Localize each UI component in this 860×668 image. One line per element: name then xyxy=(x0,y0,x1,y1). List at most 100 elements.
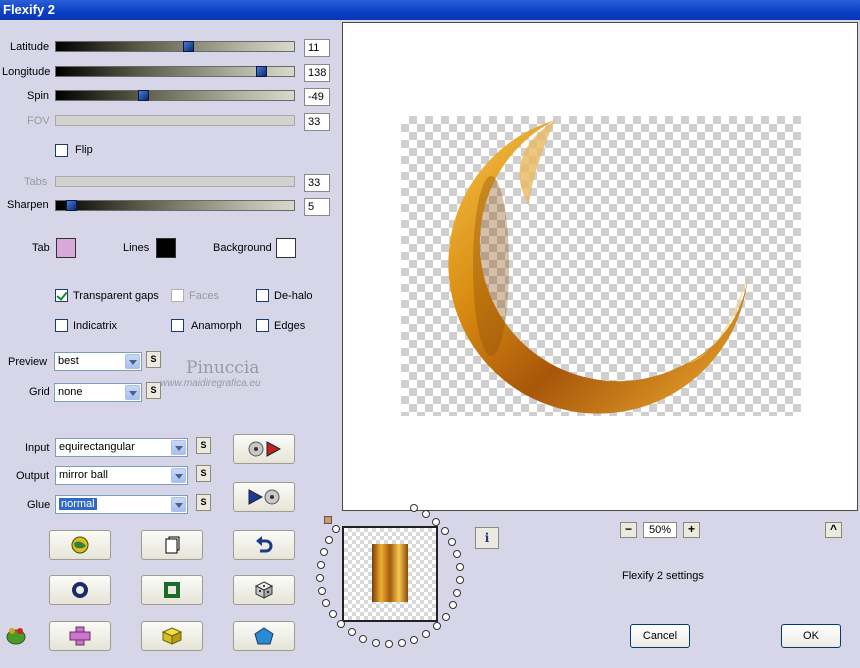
disc-play-button[interactable] xyxy=(233,434,295,464)
preview-select[interactable]: best xyxy=(54,352,142,371)
spin-slider[interactable] xyxy=(55,90,295,101)
output-label: Output xyxy=(16,470,50,482)
chevron-down-icon[interactable] xyxy=(171,468,186,483)
chevron-down-icon[interactable] xyxy=(171,497,186,512)
input-select-value: equirectangular xyxy=(59,441,135,453)
lines-color-swatch[interactable] xyxy=(156,238,176,258)
dial-dot[interactable] xyxy=(448,538,457,547)
tab-color-swatch[interactable] xyxy=(56,238,76,258)
ok-button[interactable]: OK xyxy=(781,624,841,648)
dial-dot[interactable] xyxy=(347,628,356,637)
cross-button[interactable] xyxy=(49,621,111,651)
dial-dot[interactable] xyxy=(453,589,462,598)
disc-play-icon xyxy=(248,441,281,457)
dial-dot[interactable] xyxy=(441,527,450,536)
longitude-field[interactable]: 138 xyxy=(304,64,330,82)
flip-checkbox[interactable] xyxy=(55,144,68,157)
collapse-up-button[interactable]: ^ xyxy=(825,522,842,538)
dial-dot[interactable] xyxy=(455,563,464,572)
longitude-thumb[interactable] xyxy=(256,66,267,77)
dial-dot[interactable] xyxy=(319,547,328,556)
latitude-thumb[interactable] xyxy=(183,41,194,52)
input-label: Input xyxy=(25,442,50,454)
globe-button[interactable] xyxy=(49,530,111,560)
background-color-swatch[interactable] xyxy=(276,238,296,258)
zoom-level: 50% xyxy=(643,522,677,538)
zoom-out-button[interactable]: − xyxy=(620,522,637,538)
dial-dot[interactable] xyxy=(455,576,464,585)
dial-dot[interactable] xyxy=(421,509,430,518)
dial-dot[interactable] xyxy=(409,504,418,513)
undo-button[interactable] xyxy=(233,530,295,560)
sharpen-thumb[interactable] xyxy=(66,200,77,211)
dice-button[interactable] xyxy=(233,575,295,605)
dial-dot[interactable] xyxy=(359,634,368,643)
edges-checkbox[interactable] xyxy=(256,319,269,332)
spin-label: Spin xyxy=(27,90,50,102)
dial-dot[interactable] xyxy=(317,586,326,595)
preview-select-value: best xyxy=(58,355,79,367)
dial-dot[interactable] xyxy=(322,598,331,607)
indicatrix-checkbox[interactable] xyxy=(55,319,68,332)
dial-dot[interactable] xyxy=(397,639,406,647)
dehalo-checkbox[interactable] xyxy=(256,289,269,302)
undo-icon xyxy=(256,536,273,553)
preview-s-button[interactable]: S xyxy=(146,351,161,368)
input-s-button[interactable]: S xyxy=(196,437,211,454)
chevron-down-icon[interactable] xyxy=(125,354,140,369)
navigator-handle[interactable] xyxy=(324,516,332,524)
chevron-down-icon[interactable] xyxy=(125,385,140,400)
navigator-thumbnail[interactable] xyxy=(342,526,438,622)
flip-label: Flip xyxy=(75,144,93,156)
cube-button[interactable] xyxy=(141,621,203,651)
dial-dot[interactable] xyxy=(422,629,431,638)
cancel-button[interactable]: Cancel xyxy=(630,624,690,648)
glue-select[interactable]: normal xyxy=(55,495,188,514)
longitude-slider[interactable] xyxy=(55,66,295,77)
dial-dot[interactable] xyxy=(328,610,337,619)
dial-dot[interactable] xyxy=(316,560,325,569)
spin-field[interactable]: -49 xyxy=(304,88,330,106)
longitude-label: Longitude xyxy=(2,66,51,78)
sharpen-slider[interactable] xyxy=(55,200,295,211)
latitude-label: Latitude xyxy=(10,41,50,53)
preview-panel[interactable] xyxy=(342,22,858,511)
tabs-label: Tabs xyxy=(24,176,48,188)
transparent-gaps-checkbox[interactable] xyxy=(55,289,68,302)
frame-button[interactable] xyxy=(141,575,203,605)
output-select[interactable]: mirror ball xyxy=(55,466,188,485)
dial-dot[interactable] xyxy=(410,635,419,644)
spin-thumb[interactable] xyxy=(138,90,149,101)
dial-dot[interactable] xyxy=(316,573,325,582)
latitude-slider[interactable] xyxy=(55,41,295,52)
pentagon-button[interactable] xyxy=(233,621,295,651)
dial-dot[interactable] xyxy=(453,550,462,559)
grid-select[interactable]: none xyxy=(54,383,142,402)
play-disc-button[interactable] xyxy=(233,482,295,512)
dial-dot[interactable] xyxy=(371,638,380,647)
grid-s-button[interactable]: S xyxy=(146,382,161,399)
dial-dot[interactable] xyxy=(432,517,441,526)
copy-button[interactable] xyxy=(141,530,203,560)
input-select[interactable]: equirectangular xyxy=(55,438,188,457)
dial-dot[interactable] xyxy=(384,639,393,648)
dial-dot[interactable] xyxy=(448,601,457,610)
glue-s-button[interactable]: S xyxy=(196,494,211,511)
anamorph-checkbox[interactable] xyxy=(171,319,184,332)
chevron-down-icon[interactable] xyxy=(171,440,186,455)
zoom-in-button[interactable]: + xyxy=(683,522,700,538)
grid-select-value: none xyxy=(58,386,83,398)
window-title: Flexify 2 xyxy=(3,2,56,17)
ring-button[interactable] xyxy=(49,575,111,605)
dial-dot[interactable] xyxy=(332,525,341,533)
latitude-field[interactable]: 11 xyxy=(304,39,330,57)
dial-dot[interactable] xyxy=(432,622,441,631)
output-s-button[interactable]: S xyxy=(196,465,211,482)
cross-icon xyxy=(69,626,91,646)
dial-dot[interactable] xyxy=(324,535,333,544)
info-button[interactable]: i xyxy=(475,527,499,549)
dial-dot[interactable] xyxy=(441,612,450,621)
sharpen-field[interactable]: 5 xyxy=(304,198,330,216)
anamorph-label: Anamorph xyxy=(191,320,242,332)
dial-dot[interactable] xyxy=(337,620,346,629)
